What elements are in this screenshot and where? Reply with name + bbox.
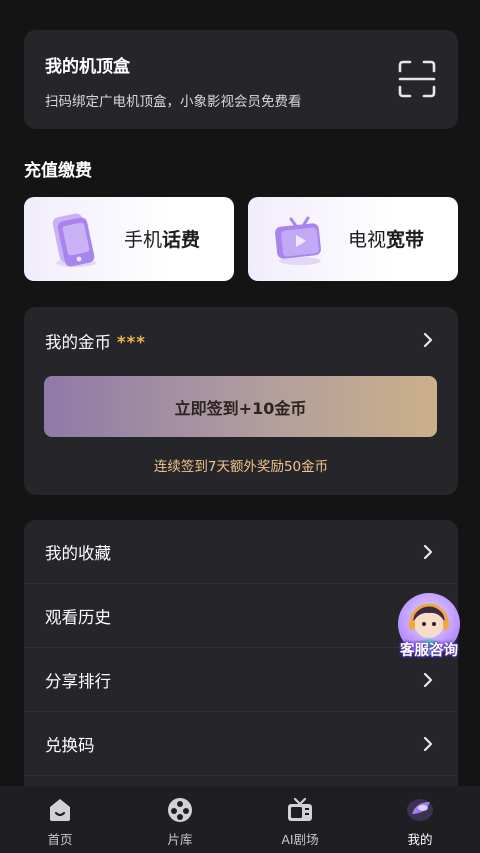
chevron-right-icon [423, 544, 433, 560]
menu-item-label: 分享排行 [45, 672, 111, 691]
tab-label: AI剧场 [281, 832, 319, 847]
film-reel-icon [168, 798, 192, 822]
set-top-box-subtitle: 扫码绑定广电机顶盒，小象影视会员免费看 [45, 94, 302, 110]
menu-item-redeem-code[interactable]: 兑换码 [24, 712, 458, 776]
tab-profile[interactable]: 我的 [360, 786, 480, 853]
menu-item-favorites[interactable]: 我的收藏 [24, 520, 458, 584]
home-icon [50, 799, 70, 821]
tv-icon [275, 216, 321, 265]
tab-label: 首页 [47, 832, 73, 847]
menu-item-label: 观看历史 [45, 608, 111, 627]
customer-service-button[interactable]: 客服咨询 [392, 593, 466, 663]
checkin-tip: 连续签到7天额外奖励50金币 [153, 459, 329, 475]
coins-title-row[interactable]: 我的金币 *** [45, 329, 146, 353]
profile-icon [407, 799, 433, 821]
tab-label: 我的 [407, 832, 433, 847]
menu-item-label: 我的收藏 [45, 544, 111, 563]
tv-broadband-button[interactable]: 电视宽带 [248, 197, 458, 281]
bottom-tab-bar: 首页 片库 AI剧场 我的 [0, 786, 480, 853]
tab-library[interactable]: 片库 [120, 786, 240, 853]
menu-list: 我的收藏 观看历史 分享排行 兑换码 [24, 520, 458, 820]
coins-title: 我的金币 [45, 333, 111, 352]
tab-home[interactable]: 首页 [0, 786, 120, 853]
tab-label: 片库 [167, 832, 193, 847]
chevron-right-icon [423, 736, 433, 752]
tv-broadband-label: 电视宽带 [348, 229, 425, 251]
coins-card: 我的金币 *** 立即签到+10金币 连续签到7天额外奖励50金币 [24, 307, 458, 495]
tab-ai-theater[interactable]: AI剧场 [240, 786, 360, 853]
coins-masked-value: *** [117, 333, 146, 352]
customer-service-label: 客服咨询 [400, 643, 458, 659]
set-top-box-title: 我的机顶盒 [45, 57, 130, 77]
chevron-right-icon[interactable] [422, 332, 434, 348]
chevron-right-icon [423, 672, 433, 688]
tv-theater-icon [288, 797, 312, 821]
phone-bill-label: 手机话费 [124, 229, 201, 251]
phone-icon [52, 213, 96, 267]
recharge-section-title: 充值缴费 [24, 161, 92, 181]
menu-item-label: 兑换码 [45, 736, 95, 755]
checkin-button[interactable]: 立即签到+10金币 [44, 376, 437, 437]
phone-bill-button[interactable]: 手机话费 [24, 197, 234, 281]
scan-icon[interactable] [398, 60, 436, 98]
set-top-box-card[interactable]: 我的机顶盒 扫码绑定广电机顶盒，小象影视会员免费看 [24, 30, 458, 129]
